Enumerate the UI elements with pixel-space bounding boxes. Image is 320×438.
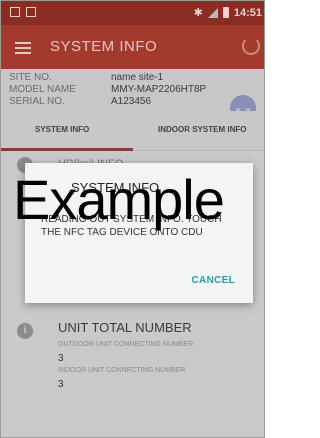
site-no-value: name site-1 <box>111 72 164 83</box>
indoor-count-label: INDOOR UNIT CONNECTING NUMBER <box>58 367 186 374</box>
unit-total-title: UNIT TOTAL NUMBER <box>58 320 192 335</box>
outdoor-count-label: OUTDOOR UNIT CONNECTING NUMBER <box>58 341 194 348</box>
tab-system-info[interactable]: SYSTEM INFO <box>35 125 89 134</box>
info-icon: i <box>17 323 33 339</box>
bluetooth-icon: ✱ <box>193 7 203 19</box>
signal-icon <box>207 7 218 18</box>
tab-indoor-system-info[interactable]: INDOOR SYSTEM INFO <box>158 125 246 134</box>
serial-no-value: A123456 <box>111 96 152 107</box>
model-name-label: MODEL NAME <box>9 84 76 95</box>
example-watermark: Example <box>13 168 225 231</box>
serial-no-label: SERIAL NO. <box>9 96 65 107</box>
page-title: SYSTEM INFO <box>50 38 158 55</box>
app-toolbar: SYSTEM INFO <box>1 25 264 69</box>
model-name-value: MMY-MAP2206HT8P <box>111 84 207 95</box>
cancel-button[interactable]: CANCEL <box>192 275 235 286</box>
indoor-count-value: 3 <box>58 379 64 390</box>
image-icon <box>10 7 20 17</box>
status-bar: ✱ 14:51 <box>1 1 264 25</box>
system-summary: SITE NO. name site-1 MODEL NAME MMY-MAP2… <box>1 69 264 121</box>
menu-icon[interactable] <box>15 42 31 54</box>
app-frame: ✱ 14:51 SYSTEM INFO SITE NO. name site-1… <box>0 0 265 438</box>
outdoor-count-value: 3 <box>58 353 64 364</box>
status-time: 14:51 <box>233 6 262 19</box>
sd-card-icon <box>26 7 36 17</box>
refresh-icon[interactable] <box>242 37 260 55</box>
site-no-label: SITE NO. <box>9 72 52 83</box>
battery-icon <box>222 7 229 18</box>
tab-bar: SYSTEM INFO INDOOR SYSTEM INFO <box>1 111 264 151</box>
